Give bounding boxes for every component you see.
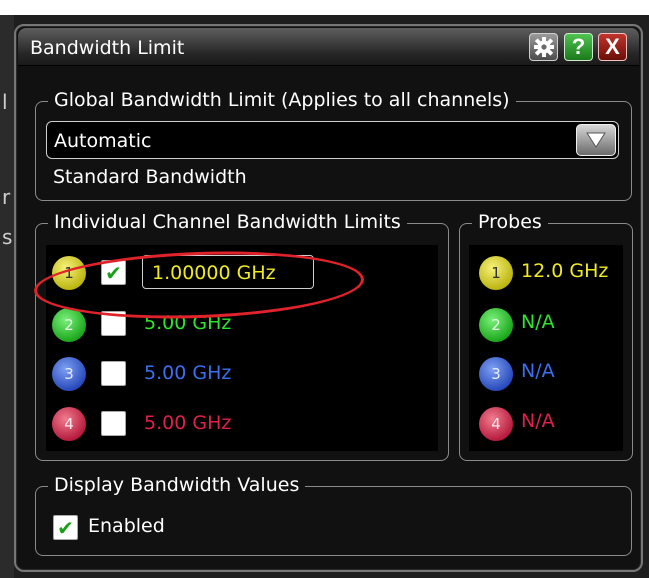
channel-3-value: 5.00 GHz bbox=[144, 362, 232, 384]
background-text: s bbox=[2, 225, 13, 249]
enabled-label: Enabled bbox=[88, 515, 165, 537]
channel-2-badge: 2 bbox=[52, 308, 86, 342]
channel-4-checkbox[interactable] bbox=[101, 411, 126, 436]
title-bar[interactable]: Bandwidth Limit ? X bbox=[18, 28, 639, 66]
help-button[interactable]: ? bbox=[564, 33, 593, 61]
display-bandwidth-legend: Display Bandwidth Values bbox=[48, 474, 306, 496]
gear-icon bbox=[533, 37, 554, 57]
probe-3-value: N/A bbox=[521, 360, 555, 382]
select-value: Automatic bbox=[54, 130, 152, 152]
dropdown-arrow-button[interactable] bbox=[576, 124, 616, 156]
enabled-checkbox[interactable]: ✔ bbox=[53, 515, 78, 540]
probe-2-value: N/A bbox=[521, 311, 555, 333]
global-bandwidth-select[interactable]: Automatic bbox=[46, 121, 619, 159]
background-text: r bbox=[2, 185, 11, 209]
global-bandwidth-legend: Global Bandwidth Limit (Applies to all c… bbox=[48, 89, 516, 111]
channel-4-value: 5.00 GHz bbox=[144, 412, 232, 434]
chevron-down-icon bbox=[586, 132, 606, 148]
channel-3-badge: 3 bbox=[52, 357, 86, 391]
close-button[interactable]: X bbox=[598, 33, 627, 61]
probe-2-badge: 2 bbox=[479, 308, 513, 342]
probe-4-value: N/A bbox=[521, 410, 555, 432]
probes-legend: Probes bbox=[472, 211, 548, 233]
dialog-title: Bandwidth Limit bbox=[30, 37, 185, 59]
bandwidth-limit-dialog: Bandwidth Limit ? X Global Bandwidth Lim… bbox=[14, 24, 643, 572]
probe-4-badge: 4 bbox=[479, 407, 513, 441]
bandwidth-description: Standard Bandwidth bbox=[53, 166, 247, 188]
channel-3-checkbox[interactable] bbox=[101, 361, 126, 386]
channel-4-badge: 4 bbox=[52, 407, 86, 441]
background-text: l bbox=[2, 90, 8, 114]
probe-1-value: 12.0 GHz bbox=[521, 260, 609, 282]
probe-3-badge: 3 bbox=[479, 357, 513, 391]
probe-1-badge: 1 bbox=[479, 256, 513, 290]
individual-channel-legend: Individual Channel Bandwidth Limits bbox=[48, 211, 407, 233]
settings-button[interactable] bbox=[529, 33, 558, 61]
